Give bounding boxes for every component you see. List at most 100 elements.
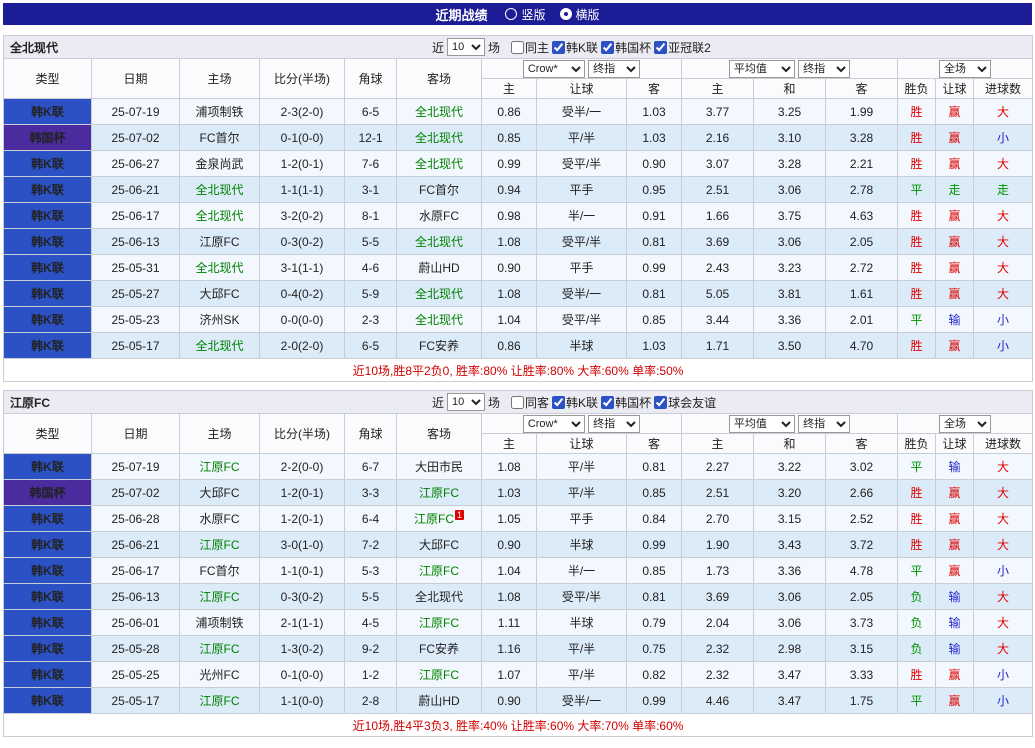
corner-score: 6-7 [345,454,397,480]
handicap-home-odds: 0.90 [482,532,537,558]
match-score: 0-0(0-0) [260,307,345,333]
league-cup-checkbox[interactable] [601,41,614,54]
away-team: 全北现代 [397,281,482,307]
home-team-name: 济州SK [199,313,239,327]
col-handicap-away: 客 [627,434,682,454]
result-outcome: 胜 [898,480,936,506]
league-extra-filter[interactable]: 亚冠联2 [654,39,711,56]
away-team-name: 全北现代 [415,131,463,145]
recent-count-select[interactable]: 10 [447,38,485,56]
odds-company-select[interactable]: Crow* [523,60,585,78]
match-score: 2-0(2-0) [260,333,345,359]
same-home-checkbox[interactable] [511,41,524,54]
home-team-name: 江原FC [200,694,240,708]
result-outcome: 负 [898,636,936,662]
league-type-badge: 韩K联 [4,229,92,255]
avg-away-odds: 2.66 [826,480,898,506]
league-cup-checkbox[interactable] [601,396,614,409]
match-date: 25-06-28 [92,506,180,532]
match-row: 韩K联25-06-17全北现代3-2(0-2)8-1水原FC0.98半/一0.9… [4,203,1033,229]
league-kleague-checkbox[interactable] [552,41,565,54]
league-type-badge: 韩国杯 [4,480,92,506]
avg-company-select[interactable]: 平均值 [729,415,795,433]
result-goals: 大 [974,480,1033,506]
fulltime-select[interactable]: 全场 [939,60,991,78]
league-cup-filter[interactable]: 韩国杯 [601,39,651,56]
home-team-name: 大邱FC [200,287,240,301]
same-venue-filter[interactable]: 同主 [511,39,549,56]
avg-away-odds: 2.05 [826,229,898,255]
match-date: 25-07-19 [92,99,180,125]
result-handicap: 输 [936,454,974,480]
match-score: 3-0(1-0) [260,532,345,558]
handicap-line: 平/半 [537,454,627,480]
odds-stage-select[interactable]: 终指 [588,415,640,433]
league-type-badge: 韩K联 [4,203,92,229]
result-handicap: 输 [936,307,974,333]
avg-home-odds: 2.43 [682,255,754,281]
match-score: 3-2(0-2) [260,203,345,229]
same-away-checkbox[interactable] [511,396,524,409]
handicap-line: 受平/半 [537,229,627,255]
avg-away-odds: 2.21 [826,151,898,177]
avg-home-odds: 3.69 [682,584,754,610]
avg-draw-odds: 3.06 [754,229,826,255]
home-team: 江原FC [180,454,260,480]
match-score: 1-3(0-2) [260,636,345,662]
radio-vertical-icon[interactable] [505,8,517,20]
handicap-line: 半球 [537,610,627,636]
result-goals: 小 [974,662,1033,688]
league-cup-filter[interactable]: 韩国杯 [601,394,651,411]
odds-stage-select[interactable]: 终指 [588,60,640,78]
col-handicap-away: 客 [627,79,682,99]
result-handicap: 赢 [936,255,974,281]
radio-horizontal-icon[interactable] [560,8,572,20]
home-team-name: 全北现代 [195,183,243,197]
away-team-name: 全北现代 [415,105,463,119]
result-handicap: 赢 [936,281,974,307]
col-result-goals: 进球数 [974,434,1033,454]
result-goals: 大 [974,229,1033,255]
match-row: 韩K联25-05-17全北现代2-0(2-0)6-5FC安养0.86半球1.03… [4,333,1033,359]
match-score: 3-1(1-1) [260,255,345,281]
handicap-line: 平手 [537,177,627,203]
league-extra-filter[interactable]: 球会友谊 [654,394,716,411]
corner-score: 5-9 [345,281,397,307]
result-outcome: 平 [898,177,936,203]
fulltime-select[interactable]: 全场 [939,415,991,433]
away-team: 水原FC [397,203,482,229]
away-team-name: 水原FC [419,209,459,223]
away-team: FC首尔 [397,177,482,203]
avg-stage-select[interactable]: 终指 [798,415,850,433]
corner-score: 4-5 [345,610,397,636]
result-goals: 小 [974,125,1033,151]
match-row: 韩K联25-05-31全北现代3-1(1-1)4-6蔚山HD0.90平手0.99… [4,255,1033,281]
recent-count-select[interactable]: 10 [447,393,485,411]
home-team: 光州FC [180,662,260,688]
avg-stage-select[interactable]: 终指 [798,60,850,78]
odds-company-select[interactable]: Crow* [523,415,585,433]
home-team: 全北现代 [180,203,260,229]
layout-radio-horizontal[interactable]: 横版 [560,6,600,23]
home-team-name: 光州FC [200,668,240,682]
league-kleague-filter[interactable]: 韩K联 [552,394,598,411]
avg-home-odds: 2.27 [682,454,754,480]
league-extra-checkbox[interactable] [654,396,667,409]
home-team-name: FC首尔 [200,564,240,578]
league-kleague-checkbox[interactable] [552,396,565,409]
handicap-line: 半/一 [537,558,627,584]
home-team-name: 全北现代 [195,261,243,275]
avg-company-select[interactable]: 平均值 [729,60,795,78]
result-outcome: 平 [898,558,936,584]
handicap-line: 平/半 [537,125,627,151]
league-kleague-filter[interactable]: 韩K联 [552,39,598,56]
same-venue-filter[interactable]: 同客 [511,394,549,411]
result-goals: 小 [974,333,1033,359]
col-date: 日期 [92,59,180,99]
league-extra-checkbox[interactable] [654,41,667,54]
league-type-badge: 韩K联 [4,151,92,177]
result-outcome: 胜 [898,333,936,359]
layout-radio-vertical[interactable]: 竖版 [505,6,545,23]
league-type-badge: 韩K联 [4,532,92,558]
avg-away-odds: 2.72 [826,255,898,281]
